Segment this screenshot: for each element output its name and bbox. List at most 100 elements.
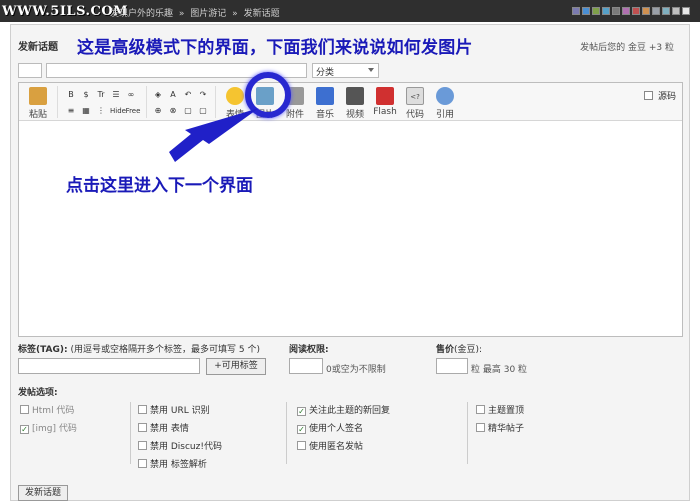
checkbox[interactable]: [297, 441, 306, 450]
skin-swatch[interactable]: [682, 7, 690, 15]
price-label: 售价(金豆):: [436, 342, 482, 355]
video-button[interactable]: 视频: [342, 87, 368, 120]
reward-note: 发帖后您的 金豆 +3 粒: [580, 43, 674, 53]
skin-swatch[interactable]: [642, 7, 650, 15]
pointer-arrow: [169, 108, 259, 162]
checkbox[interactable]: [476, 405, 485, 414]
post-option-label: 精华帖子: [488, 424, 525, 434]
format-button[interactable]: ☰: [110, 89, 122, 101]
format-button[interactable]: $: [80, 89, 92, 101]
price-title: 售价: [436, 345, 455, 355]
breadcrumb-forum[interactable]: 发现户外的乐趣: [110, 9, 173, 19]
post-option[interactable]: 禁用 Discuz!代码: [138, 439, 222, 452]
toolbar-divider: [146, 86, 147, 118]
category-select-value: 分类: [316, 68, 335, 78]
paste-button[interactable]: 粘贴: [25, 87, 51, 120]
post-options-title: 发帖选项:: [18, 388, 58, 398]
post-option[interactable]: ✓ 关注此主题的新回复: [297, 403, 390, 416]
checked-checkbox[interactable]: ✓: [297, 407, 306, 416]
video-icon: [346, 87, 364, 105]
skin-swatch[interactable]: [572, 7, 580, 15]
checkbox[interactable]: [476, 423, 485, 432]
page-title: 发新话题: [18, 42, 58, 53]
format-button[interactable]: Free: [125, 105, 141, 117]
post-option[interactable]: 主题置顶: [476, 403, 524, 416]
quote-icon: [436, 87, 454, 105]
price-max-note: 粒 最高 30 粒: [471, 365, 528, 375]
quote-button[interactable]: 引用: [432, 87, 458, 120]
read-permission-title: 阅读权限:: [289, 345, 329, 355]
annotation-top: 这是高级模式下的界面，下面我们来说说如何发图片: [77, 38, 473, 58]
price-unit: (金豆):: [454, 345, 483, 355]
music-button[interactable]: 音乐: [312, 87, 338, 120]
checkbox[interactable]: [138, 441, 147, 450]
format-button[interactable]: ⋮: [95, 105, 107, 117]
breadcrumb-board[interactable]: 图片游记: [190, 9, 226, 19]
post-option-label: 使用匿名发帖: [309, 442, 364, 452]
post-option[interactable]: Html 代码: [20, 403, 74, 416]
format-button[interactable]: ▦: [80, 105, 92, 117]
insert-button-label: 代码: [405, 110, 424, 120]
skin-swatch[interactable]: [622, 7, 630, 15]
top-nav-bar: WWW.5ILS.COM 发现户外的乐趣 » 图片游记 » 发新话题: [0, 0, 700, 22]
skin-swatch[interactable]: [632, 7, 640, 15]
source-mode-checkbox[interactable]: [644, 91, 654, 100]
read-permission-label: 阅读权限:: [289, 342, 329, 355]
edit-button[interactable]: ◈: [152, 89, 164, 101]
post-option-label: Html 代码: [32, 406, 75, 416]
format-button[interactable]: ∞: [125, 89, 137, 101]
skin-swatch[interactable]: [582, 7, 590, 15]
post-option[interactable]: ✓ [img] 代码: [20, 421, 77, 434]
format-button[interactable]: Hide: [110, 105, 126, 117]
skin-swatch[interactable]: [672, 7, 680, 15]
format-button[interactable]: ≡: [65, 105, 77, 117]
skin-swatch[interactable]: [592, 7, 600, 15]
submit-post-button[interactable]: 发新话题: [18, 485, 68, 501]
checkbox[interactable]: [138, 405, 147, 414]
tag-input[interactable]: [18, 358, 200, 374]
tag-label-row: 标签(TAG): (用逗号或空格隔开多个标签，最多可填写 5 个): [18, 342, 260, 355]
source-mode-label: 源码: [657, 92, 676, 102]
flash-button[interactable]: Flash: [372, 87, 398, 117]
post-option[interactable]: 禁用 URL 识别: [138, 403, 210, 416]
post-option[interactable]: ✓ 使用个人签名: [297, 421, 363, 434]
source-mode-toggle[interactable]: 源码: [644, 89, 676, 102]
column-divider: [467, 402, 468, 464]
tag-hint: (用逗号或空格隔开多个标签，最多可填写 5 个): [70, 345, 260, 355]
post-editor[interactable]: 粘贴 B $ Tr ☰ ∞ ≡ ▦ ⋮ Hide Free ◈ A ↶ ↷ ⊕ ⊗ ▢ ▢ 表情 图片 附件 音乐…: [18, 82, 683, 337]
insert-button[interactable]: ⊕: [152, 105, 164, 117]
code-button[interactable]: <? 代码: [402, 87, 428, 120]
price-input[interactable]: [436, 358, 468, 374]
checked-checkbox[interactable]: ✓: [20, 425, 29, 434]
post-option[interactable]: 精华帖子: [476, 421, 524, 434]
music-icon: [316, 87, 334, 105]
code-icon: <?: [406, 87, 424, 105]
checkbox[interactable]: [138, 459, 147, 468]
category-select[interactable]: 分类: [312, 63, 379, 78]
format-button[interactable]: B: [65, 89, 77, 101]
format-button[interactable]: Tr: [95, 89, 107, 101]
insert-button-label: 引用: [435, 110, 454, 120]
post-option-label: 禁用 表情: [150, 424, 189, 434]
checked-checkbox[interactable]: ✓: [297, 425, 306, 434]
tag-label: 标签(TAG):: [18, 345, 68, 355]
insert-button-label: Flash: [373, 107, 397, 117]
paste-label: 粘贴: [28, 110, 47, 120]
post-option[interactable]: 使用匿名发帖: [297, 439, 363, 452]
post-option[interactable]: 禁用 表情: [138, 421, 189, 434]
flash-icon: [376, 87, 394, 105]
skin-swatch[interactable]: [652, 7, 660, 15]
breadcrumb-separator: »: [178, 9, 185, 19]
post-option-label: 使用个人签名: [309, 424, 364, 434]
thread-type-select[interactable]: [18, 63, 42, 78]
skin-swatch[interactable]: [612, 7, 620, 15]
insert-button-label: 视频: [345, 110, 364, 120]
post-option[interactable]: 禁用 标签解析: [138, 457, 207, 470]
skin-swatch[interactable]: [602, 7, 610, 15]
available-tags-button[interactable]: +可用标签: [206, 358, 266, 375]
checkbox[interactable]: [138, 423, 147, 432]
checkbox[interactable]: [20, 405, 29, 414]
skin-swatch[interactable]: [662, 7, 670, 15]
post-option-label: [img] 代码: [32, 424, 77, 434]
read-permission-input[interactable]: [289, 358, 323, 374]
